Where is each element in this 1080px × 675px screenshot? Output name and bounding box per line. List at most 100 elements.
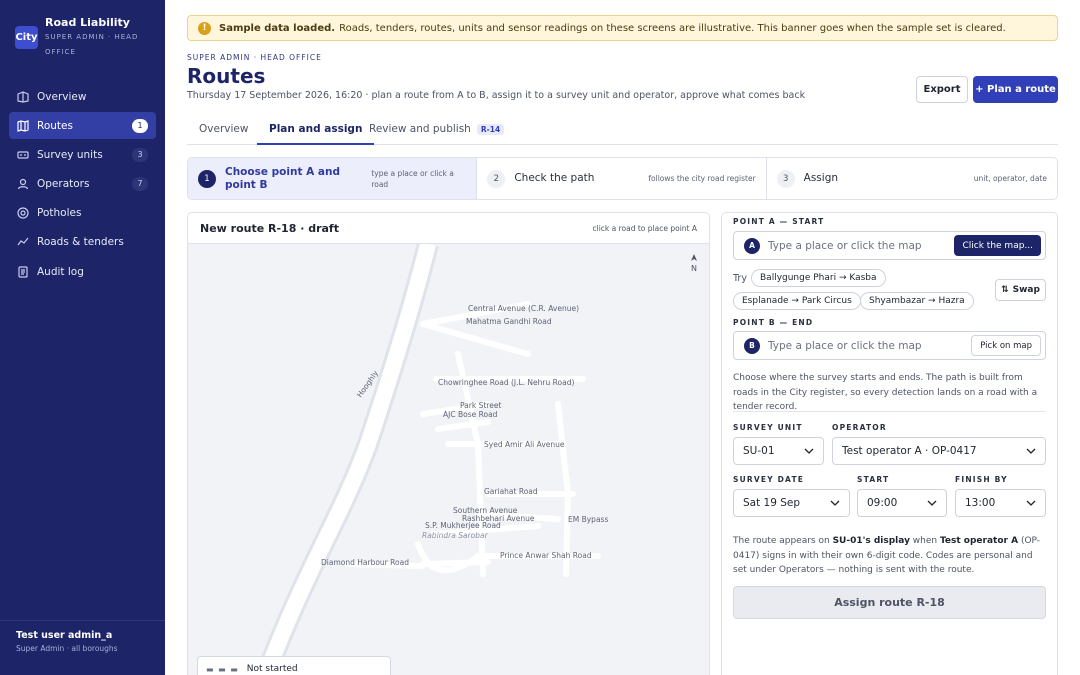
start-time-select[interactable]: 09:00 xyxy=(857,489,947,517)
point-a-marker: A xyxy=(744,237,760,254)
sidebar-item-routes[interactable]: Routes 1 xyxy=(9,112,156,140)
tab-overview[interactable]: Overview xyxy=(187,116,260,145)
tab-label: Plan and assign xyxy=(269,123,363,135)
sidebar-nav: Overview Routes 1 Survey units 3 Operato… xyxy=(9,83,156,287)
finish-label: FINISH BY xyxy=(955,475,1008,484)
user-name: Test user admin_a xyxy=(16,630,113,641)
map-label: Diamond Harbour Road xyxy=(321,558,409,567)
map-label: Rabindra Sarobar xyxy=(422,531,488,540)
count-badge: 3 xyxy=(132,147,148,162)
route-status: ▬ ▬ ▬ Not started xyxy=(197,656,391,675)
step-number: 1 xyxy=(198,169,216,188)
target-icon xyxy=(17,207,29,219)
suggestion-chip[interactable]: Esplanade → Park Circus xyxy=(733,292,861,310)
sidebar-item-roads-tenders[interactable]: Roads & tenders xyxy=(9,229,156,256)
chevron-down-icon xyxy=(830,500,840,506)
note-operator: Test operator A xyxy=(939,536,1019,546)
chevron-down-icon xyxy=(804,448,814,454)
chevron-down-icon xyxy=(1026,500,1036,506)
step-number: 3 xyxy=(776,169,795,188)
sample-data-banner: ! Sample data loaded. Roads, tenders, ro… xyxy=(187,15,1058,41)
trend-icon xyxy=(17,236,29,248)
banner-title: Sample data loaded. xyxy=(219,22,336,34)
operator-value: Test operator A · OP-0417 xyxy=(842,445,977,457)
click-map-button[interactable]: Click the map... xyxy=(954,235,1041,256)
note-text: when xyxy=(909,536,940,546)
north-arrow-icon xyxy=(691,254,697,261)
current-user[interactable]: Test user admin_a Super Admin · all boro… xyxy=(0,620,165,662)
step-title: Choose point A and point B xyxy=(225,165,340,191)
sidebar-item-label: Roads & tenders xyxy=(37,236,124,249)
sidebar-item-label: Overview xyxy=(37,90,87,103)
suggestion-chip[interactable]: Shyambazar → Hazra xyxy=(860,292,974,310)
map-hint: click a road to place point A xyxy=(592,223,698,233)
note-unit: SU-01's display xyxy=(832,536,910,546)
start-time-value: 09:00 xyxy=(867,497,898,509)
map-label: Prince Anwar Shah Road xyxy=(500,551,592,560)
route-icon xyxy=(17,119,29,132)
step-number: 2 xyxy=(487,169,506,188)
export-button[interactable]: Export xyxy=(916,76,968,103)
survey-unit-select[interactable]: SU-01 xyxy=(733,437,824,465)
step-check-path[interactable]: 2 Check the path follows the city road r… xyxy=(477,158,767,199)
step-hint: unit, operator, date xyxy=(973,174,1047,183)
point-a-label: POINT A — START xyxy=(733,217,825,226)
point-a-input[interactable]: Type a place or click the map xyxy=(768,240,954,252)
sidebar-item-operators[interactable]: Operators 7 xyxy=(9,171,156,198)
swap-button[interactable]: ⇅ Swap xyxy=(995,279,1046,301)
map-title: New route R-18 · draft xyxy=(200,221,339,235)
tab-review-and-publish[interactable]: Review and publish R-14 xyxy=(357,116,516,145)
divider xyxy=(733,411,1046,412)
pick-on-map-button[interactable]: Pick on map xyxy=(971,335,1041,356)
sidebar-item-potholes[interactable]: Potholes xyxy=(9,200,156,227)
point-b-field[interactable]: B Type a place or click the map Pick on … xyxy=(733,331,1046,360)
tab-label: Review and publish xyxy=(369,123,471,135)
note-text: The route appears on xyxy=(733,536,833,546)
assignment-note: The route appears on SU-01's display whe… xyxy=(733,534,1046,578)
status-text: Not started xyxy=(246,664,298,674)
user-icon xyxy=(17,178,29,190)
banner-text: Roads, tenders, routes, units and sensor… xyxy=(339,22,1006,34)
compass: N xyxy=(690,254,698,273)
point-b-input[interactable]: Type a place or click the map xyxy=(768,340,971,352)
count-badge: 1 xyxy=(132,118,148,133)
step-choose-points[interactable]: 1 Choose point A and point B type a plac… xyxy=(188,158,478,199)
chevron-down-icon xyxy=(927,500,937,506)
finish-time-select[interactable]: 13:00 xyxy=(955,489,1046,517)
route-form: POINT A — START A Type a place or click … xyxy=(721,212,1058,675)
main-content: ! Sample data loaded. Roads, tenders, ro… xyxy=(165,0,1080,675)
point-a-field[interactable]: A Type a place or click the map Click th… xyxy=(733,231,1046,260)
step-title: Assign xyxy=(803,172,839,184)
tab-badge: R-14 xyxy=(476,124,505,135)
map-label: Mahatma Gandhi Road xyxy=(466,317,552,326)
app-title: Road Liability xyxy=(45,16,130,29)
operator-label: OPERATOR xyxy=(832,423,887,432)
sidebar: City Road Liability SUPER ADMIN · HEAD O… xyxy=(0,0,165,675)
survey-date-select[interactable]: Sat 19 Sep xyxy=(733,489,850,517)
point-b-marker: B xyxy=(744,337,760,354)
page-title: Routes xyxy=(187,64,266,88)
assign-route-button[interactable]: Assign route R-18 xyxy=(733,586,1046,619)
road-network[interactable] xyxy=(188,244,710,675)
operator-select[interactable]: Test operator A · OP-0417 xyxy=(832,437,1046,465)
start-label: START xyxy=(857,475,890,484)
map-label: Syed Amir Ali Avenue xyxy=(484,440,565,449)
step-hint: follows the city road register xyxy=(648,174,756,183)
sidebar-item-label: Operators xyxy=(37,178,90,191)
point-b-label: POINT B — END xyxy=(733,318,814,327)
tab-label: Overview xyxy=(199,123,249,135)
sidebar-item-audit-log[interactable]: Audit log xyxy=(9,258,156,285)
doc-icon xyxy=(17,266,29,278)
sidebar-item-label: Routes xyxy=(37,119,73,132)
survey-date-label: SURVEY DATE xyxy=(733,475,805,484)
plan-route-button[interactable]: + Plan a route xyxy=(973,76,1058,103)
map-header: New route R-18 · draft click a road to p… xyxy=(188,213,709,244)
suggestion-chip[interactable]: Ballygunge Phari → Kasba xyxy=(751,269,886,287)
sidebar-item-survey-units[interactable]: Survey units 3 xyxy=(9,141,156,168)
map-label: Park Street xyxy=(460,401,502,410)
sidebar-item-overview[interactable]: Overview xyxy=(9,83,156,110)
route-map[interactable]: Central Avenue (C.R. Avenue) Mahatma Gan… xyxy=(188,244,710,675)
status-progress-icon: ▬ ▬ ▬ xyxy=(206,664,239,674)
app-logo: City xyxy=(15,26,38,49)
step-assign[interactable]: 3 Assign unit, operator, date xyxy=(767,158,1057,199)
